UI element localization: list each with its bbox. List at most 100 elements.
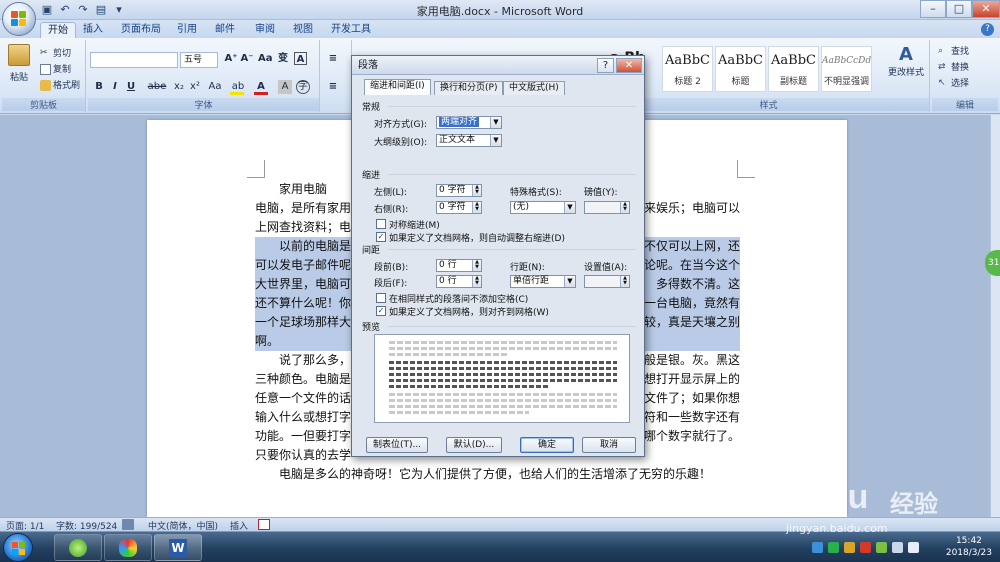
close-button[interactable]: ✕	[972, 0, 1000, 18]
outline-level-combo[interactable]: 正文文本 ▼	[436, 134, 502, 147]
tab-mailings[interactable]: 邮件	[208, 22, 242, 38]
spacing-divider	[388, 249, 636, 250]
spinner-arrows-icon[interactable]: ▲ ▼	[620, 202, 629, 213]
left-indent-spinner[interactable]: 0 字符 ▲ ▼	[436, 184, 482, 197]
tab-asian-typography[interactable]: 中文版式(H)	[503, 81, 565, 95]
spacing-at-spinner[interactable]: ▲ ▼	[584, 275, 630, 288]
tray-input-icon[interactable]	[844, 542, 855, 553]
tab-indents-spacing[interactable]: 缩进和间距(I)	[364, 79, 431, 95]
tray-clock[interactable]: 15:42 2018/3/23	[946, 535, 992, 559]
start-button[interactable]	[3, 533, 33, 562]
tab-page-layout[interactable]: 页面布局	[114, 22, 168, 38]
paragraph-preview	[374, 334, 630, 423]
tab-line-page-breaks[interactable]: 换行和分页(P)	[434, 81, 504, 95]
superscript-button[interactable]: x²	[188, 80, 202, 94]
underline-button[interactable]: U	[124, 80, 138, 94]
change-case-button[interactable]: Aa	[206, 80, 224, 94]
spinner-arrows-icon[interactable]: ▲ ▼	[620, 276, 629, 287]
taskbar-paint[interactable]	[104, 534, 152, 561]
style-heading2[interactable]: AaBbC 标题 2	[662, 46, 713, 92]
help-icon[interactable]: ?	[981, 23, 994, 36]
subscript-button[interactable]: x₂	[172, 80, 186, 94]
tab-review[interactable]: 审阅	[248, 22, 282, 38]
clear-format-button[interactable]: Aa	[258, 52, 273, 66]
style-subtitle[interactable]: AaBbC 副标题	[768, 46, 819, 92]
cancel-button[interactable]: 取消	[582, 437, 636, 453]
enclose-char-button[interactable]: 字	[296, 80, 310, 94]
bold-button[interactable]: B	[92, 80, 106, 94]
special-format-combo[interactable]: (无) ▼	[510, 201, 576, 214]
indent-header: 缩进	[362, 171, 381, 181]
paste-button[interactable]: 粘贴	[10, 70, 28, 83]
spinner-arrows-icon[interactable]: ▲ ▼	[472, 202, 481, 213]
tab-references[interactable]: 引用	[170, 22, 204, 38]
spinner-arrows-icon[interactable]: ▲ ▼	[472, 276, 481, 287]
ok-button[interactable]: 确定	[520, 437, 574, 453]
line-spacing-combo[interactable]: 单倍行距 ▼	[510, 275, 576, 288]
tray-alert-icon[interactable]	[860, 542, 871, 553]
alignment-label: 对齐方式(G):	[374, 120, 428, 130]
style-subtle-emphasis[interactable]: AaBbCcDd 不明显强调	[821, 46, 872, 92]
tabs-button[interactable]: 制表位(T)...	[366, 437, 428, 453]
space-before-spinner[interactable]: 0 行 ▲ ▼	[436, 259, 482, 272]
font-color-button[interactable]: A	[254, 80, 268, 95]
maximize-button[interactable]: □	[946, 0, 972, 18]
side-badge[interactable]: 31	[985, 250, 1000, 276]
replace-button[interactable]: ⇄ 替换	[938, 60, 969, 73]
set-default-button[interactable]: 默认(D)...	[446, 437, 502, 453]
minimize-button[interactable]: –	[920, 0, 946, 18]
change-styles-button[interactable]: A 更改样式	[888, 44, 924, 78]
phonetic-guide-button[interactable]: 变	[276, 52, 290, 66]
spinner-arrows-icon[interactable]: ▲ ▼	[472, 260, 481, 271]
style-title[interactable]: AaBbC 标题	[715, 46, 766, 92]
font-size-combo[interactable]: 五号	[180, 52, 218, 68]
alignment-combo[interactable]: 两端对齐 ▼	[436, 116, 502, 129]
tray-security-icon[interactable]	[828, 542, 839, 553]
tab-developer[interactable]: 开发工具	[324, 22, 378, 38]
snap-to-grid-checkbox[interactable]: ✓	[376, 306, 386, 316]
select-button[interactable]: ↖ 选择	[938, 76, 969, 89]
tray-app-icon[interactable]	[876, 542, 887, 553]
copy-button[interactable]: 复制	[40, 62, 71, 75]
cut-button[interactable]: ✂ 剪切	[40, 46, 71, 59]
indent-by-spinner[interactable]: ▲ ▼	[584, 201, 630, 214]
dialog-close-button[interactable]: ✕	[616, 58, 642, 73]
spinner-arrows-icon[interactable]: ▲ ▼	[472, 185, 481, 196]
document-line[interactable]: 电脑是多么的神奇呀！它为人们提供了方便，也给人们的生活增添了无穷的乐趣！	[255, 465, 740, 484]
auto-adjust-checkbox[interactable]: ✓	[376, 232, 386, 242]
tab-view[interactable]: 视图	[286, 22, 320, 38]
font-name-combo[interactable]	[90, 52, 178, 68]
tray-volume-icon[interactable]	[908, 542, 919, 553]
grow-font-button[interactable]: A⁺	[224, 52, 238, 66]
tab-home[interactable]: 开始	[40, 22, 76, 38]
right-indent-spinner[interactable]: 0 字符 ▲ ▼	[436, 201, 482, 214]
tab-insert[interactable]: 插入	[76, 22, 110, 38]
char-border-button[interactable]: A	[294, 52, 307, 65]
tray-network-icon[interactable]	[812, 542, 823, 553]
mirror-indent-checkbox[interactable]	[376, 219, 386, 229]
line-text: 一个足球场那样大	[255, 315, 352, 329]
no-space-same-style-checkbox[interactable]	[376, 293, 386, 303]
taskbar: W 15:42 2018/3/23	[0, 531, 1000, 562]
office-button[interactable]	[2, 2, 36, 36]
outline-level-label: 大纲级别(O):	[374, 138, 428, 148]
space-after-spinner[interactable]: 0 行 ▲ ▼	[436, 275, 482, 288]
find-button[interactable]: ⌕ 查找	[938, 44, 969, 57]
italic-button[interactable]: I	[108, 80, 122, 94]
taskbar-browser[interactable]	[54, 534, 102, 561]
char-shading-button[interactable]: A	[278, 80, 292, 94]
taskbar-word[interactable]: W	[154, 534, 202, 561]
format-painter-button[interactable]: 格式刷	[40, 78, 80, 91]
highlight-button[interactable]: ab	[230, 80, 246, 95]
dialog-help-button[interactable]: ?	[597, 58, 614, 73]
shrink-font-button[interactable]: A⁻	[240, 52, 254, 66]
bullets-icon[interactable]: ≡	[326, 52, 340, 66]
vertical-scrollbar[interactable]	[990, 115, 1000, 517]
macro-record-icon[interactable]	[258, 519, 270, 530]
preview-line	[389, 385, 549, 388]
paste-icon[interactable]	[8, 44, 30, 66]
proofing-icon[interactable]	[122, 519, 134, 530]
tray-flag-icon[interactable]	[892, 542, 903, 553]
align-left-icon[interactable]: ≡	[326, 80, 340, 94]
strikethrough-button[interactable]: abe	[146, 80, 168, 94]
